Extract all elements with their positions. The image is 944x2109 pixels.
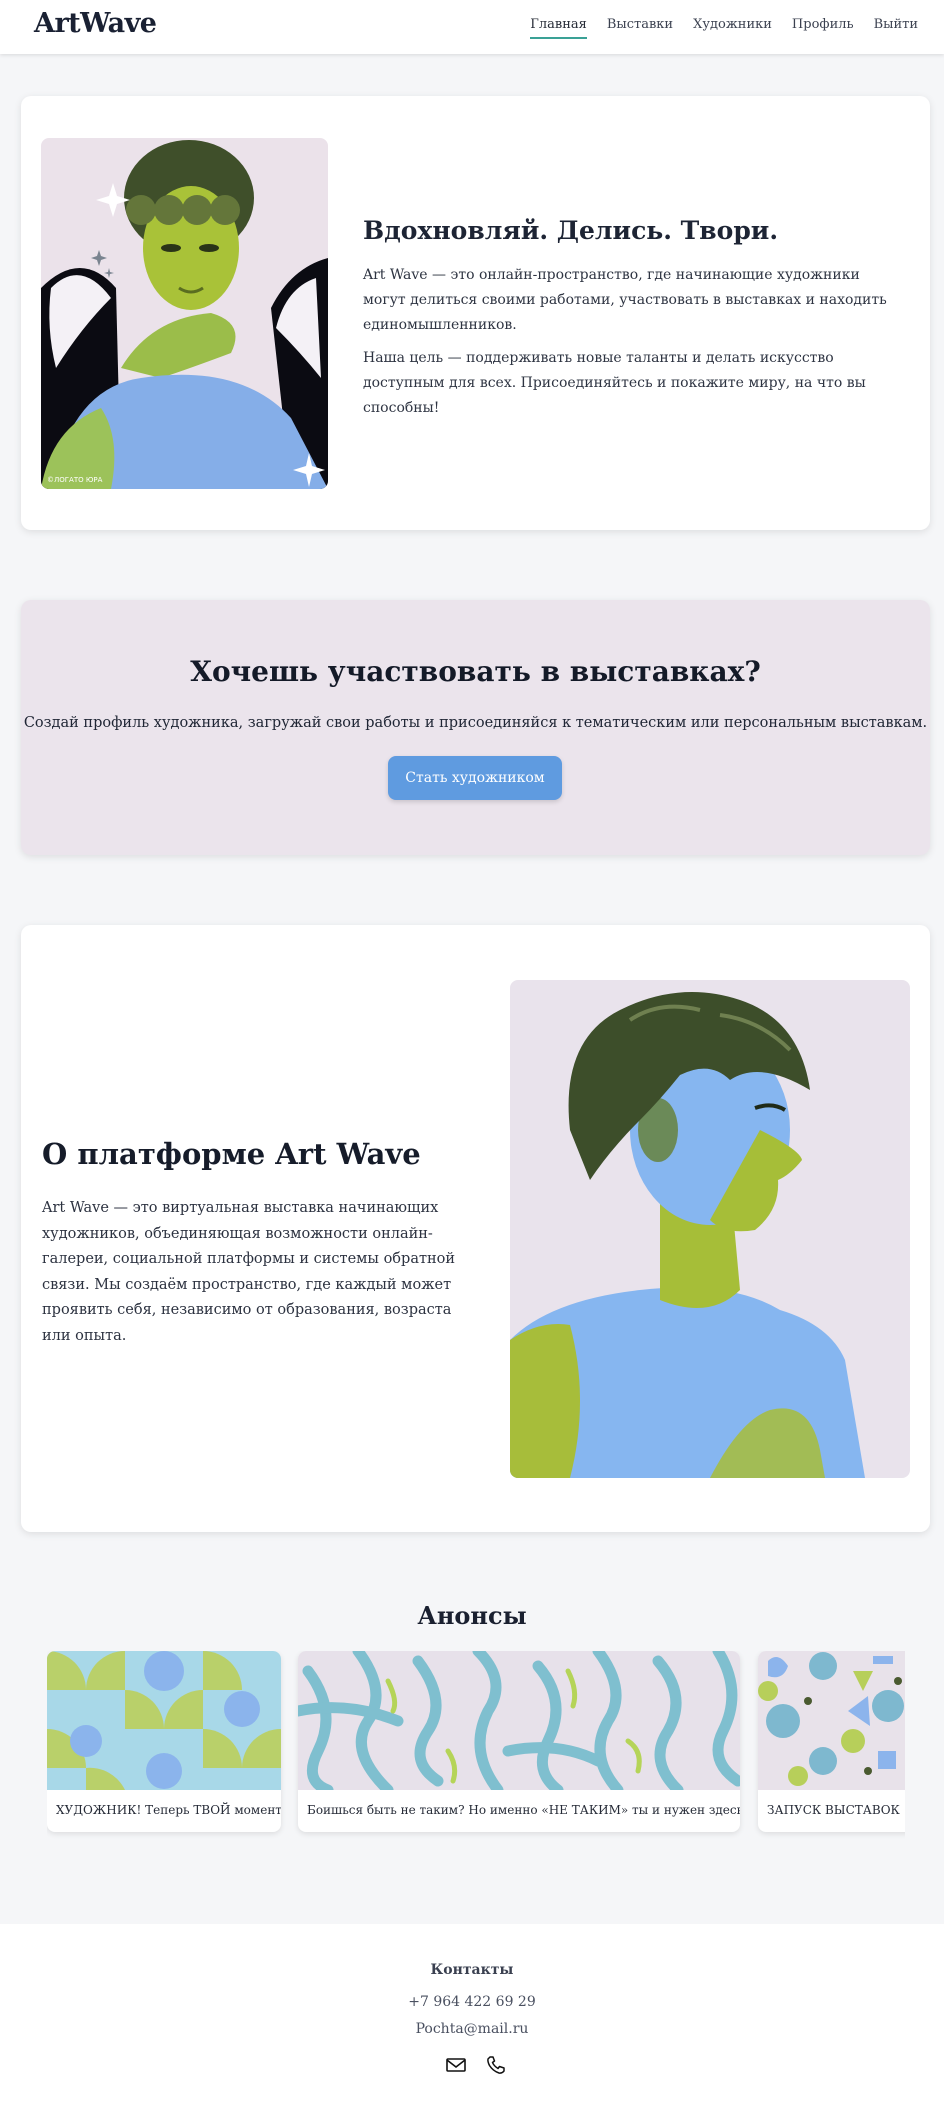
contact-icons bbox=[445, 2054, 507, 2076]
main-nav: Главная Выставки Художники Профиль Выйти bbox=[530, 17, 918, 39]
nav-home[interactable]: Главная bbox=[530, 17, 587, 39]
announcement-card[interactable]: ХУДОЖНИК! Теперь ТВОЙ момент! bbox=[47, 1651, 281, 1832]
hero-text: Вдохновляй. Делись. Твори. Art Wave — эт… bbox=[363, 216, 903, 429]
phone-icon[interactable] bbox=[485, 2054, 507, 2076]
logo[interactable]: ArtWave bbox=[34, 8, 157, 39]
contacts-title: Контакты bbox=[430, 1962, 514, 1978]
cta-title: Хочешь участвовать в выставках? bbox=[190, 655, 761, 688]
nav-artists[interactable]: Художники bbox=[693, 17, 772, 39]
announcement-caption: Боишься быть не таким? Но именно «НЕ ТАК… bbox=[307, 1803, 740, 1817]
announcement-card[interactable]: Боишься быть не таким? Но именно «НЕ ТАК… bbox=[298, 1651, 740, 1832]
nav-logout[interactable]: Выйти bbox=[874, 17, 918, 39]
about-artwork bbox=[510, 980, 910, 1478]
hero-artwork-signature: ©ЛОГАТО ЮРА bbox=[47, 476, 103, 484]
announcements-title: Анонсы bbox=[417, 1601, 527, 1630]
contact-email[interactable]: Pochta@mail.ru bbox=[0, 2021, 944, 2037]
announcement-image bbox=[298, 1651, 740, 1790]
mail-icon[interactable] bbox=[445, 2054, 467, 2076]
contact-phone[interactable]: +7 964 422 69 29 bbox=[0, 1994, 944, 2010]
nav-exhibitions[interactable]: Выставки bbox=[607, 17, 673, 39]
announcement-image bbox=[47, 1651, 281, 1790]
announcement-image bbox=[758, 1651, 905, 1790]
about-title: О платформе Art Wave bbox=[42, 1137, 421, 1171]
hero-paragraph-2: Наша цель — поддерживать новые таланты и… bbox=[363, 350, 866, 416]
footer: Контакты +7 964 422 69 29 Pochta@mail.ru bbox=[0, 1924, 944, 2109]
announcement-caption: ХУДОЖНИК! Теперь ТВОЙ момент! bbox=[56, 1803, 281, 1817]
announcements-carousel[interactable]: ХУДОЖНИК! Теперь ТВОЙ момент! Боишься бы… bbox=[47, 1651, 905, 1841]
hero-artwork: ©ЛОГАТО ЮРА bbox=[41, 138, 328, 489]
announcement-card[interactable]: ЗАПУСК ВЫСТАВОК bbox=[758, 1651, 905, 1832]
about-card: О платформе Art Wave Art Wave — это вирт… bbox=[21, 925, 930, 1532]
become-artist-button[interactable]: Стать художником bbox=[388, 756, 562, 800]
cta-card: Хочешь участвовать в выставках? Создай п… bbox=[21, 600, 930, 855]
nav-profile[interactable]: Профиль bbox=[792, 17, 854, 39]
hero-title: Вдохновляй. Делись. Твори. bbox=[363, 216, 779, 245]
top-header: ArtWave Главная Выставки Художники Профи… bbox=[0, 0, 944, 54]
hero-card: ©ЛОГАТО ЮРА Вдохновляй. Делись. Твори. A… bbox=[21, 96, 930, 530]
cta-subtitle: Создай профиль художника, загружай свои … bbox=[23, 715, 928, 731]
about-text: Art Wave — это виртуальная выставка начи… bbox=[42, 1200, 456, 1344]
announcement-caption: ЗАПУСК ВЫСТАВОК bbox=[767, 1803, 900, 1817]
hero-paragraph-1: Art Wave — это онлайн-пространство, где … bbox=[363, 267, 887, 333]
